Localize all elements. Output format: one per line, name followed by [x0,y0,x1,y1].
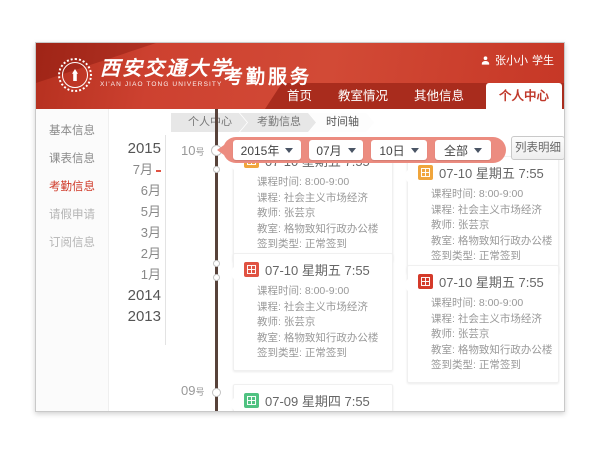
nav-item-classrooms[interactable]: 教室情况 [325,83,401,109]
month-item-june[interactable]: 6月 [96,180,161,201]
card-field-teacher: 教师: 张芸京 [244,206,382,222]
card-field-course-time: 课程时间: 8:00-9:00 [418,296,548,312]
card-field-teacher: 教师: 张芸京 [244,315,382,331]
chevron-down-icon [285,148,293,153]
university-logo-icon [58,58,92,92]
card-field-teacher: 教师: 张芸京 [418,218,548,234]
screenshot-canvas: 西安交通大学 XI'AN JIAO TONG UNIVERSITY 考勤服务 张… [0,0,600,450]
timeline-dot [213,166,220,173]
breadcrumb-personal-center[interactable]: 个人中心 [171,113,247,132]
card-field-course: 课程: 社会主义市场经济 [244,300,382,316]
year-item-2015[interactable]: 2015 [96,138,161,159]
main-nav: 首页 教室情况 其他信息 个人中心 [274,83,562,109]
year-item-2013[interactable]: 2013 [96,306,161,327]
attendance-status-icon [418,274,433,289]
card-field-course-time: 课程时间: 8:00-9:00 [244,284,382,300]
day-dropdown[interactable]: 10日 [371,140,427,160]
user-name: 张小小 [495,52,528,68]
type-dropdown[interactable]: 全部 [435,140,491,160]
card-date: 07-09 星期四 7:55 [265,391,370,410]
university-name-cn: 西安交通大学 [100,57,232,79]
card-field-course: 课程: 社会主义市场经济 [418,203,548,219]
attendance-card[interactable]: 07-10 星期五 7:55 课程时间: 8:00-9:00 课程: 社会主义市… [407,265,559,383]
timeline-dot [213,260,220,267]
app-header: 西安交通大学 XI'AN JIAO TONG UNIVERSITY 考勤服务 张… [36,43,564,109]
attendance-status-icon [418,165,433,180]
breadcrumb-attendance-info[interactable]: 考勤信息 [240,113,316,132]
chevron-down-icon [348,148,356,153]
attendance-status-icon [244,393,259,408]
month-item-january[interactable]: 1月 [96,264,161,285]
attendance-status-icon [244,262,259,277]
month-item-may[interactable]: 5月 [96,201,161,222]
chevron-down-icon [474,148,482,153]
card-field-classroom: 教室: 格物致知行政办公楼 [418,234,548,250]
chevron-down-icon [411,148,419,153]
month-item-july[interactable]: 7月 [96,159,161,180]
card-field-classroom: 教室: 格物致知行政办公楼 [418,343,548,359]
card-date: 07-10 星期五 7:55 [439,272,544,291]
card-date: 07-10 星期五 7:55 [439,163,544,182]
year-item-2014[interactable]: 2014 [96,285,161,306]
day-label-09: 09号 [181,383,204,398]
card-date: 07-10 星期五 7:55 [265,260,370,279]
day-label-10: 10号 [181,143,204,158]
user-info[interactable]: 张小小 学生 [480,52,554,68]
attendance-card[interactable]: 07-09 星期四 7:55 [233,384,393,412]
nav-tab-personal-center[interactable]: 个人中心 [486,83,562,109]
month-item-february[interactable]: 2月 [96,243,161,264]
date-filter-bar: 2015年 07月 10日 全部 [223,137,506,163]
attendance-card[interactable]: 07-10 星期五 7:55 课程时间: 8:00-9:00 课程: 社会主义市… [233,253,393,371]
month-dropdown[interactable]: 07月 [309,140,363,160]
card-field-classroom: 教室: 格物致知行政办公楼 [244,331,382,347]
nav-item-home[interactable]: 首页 [274,83,325,109]
university-name-block: 西安交通大学 XI'AN JIAO TONG UNIVERSITY [100,57,232,88]
year-nav-divider [165,135,166,345]
breadcrumb: 个人中心 考勤信息 时间轴 [171,113,374,132]
card-field-signin-type: 签到类型: 正常签到 [418,249,548,265]
card-field-course-time: 课程时间: 8:00-9:00 [418,187,548,203]
person-icon [480,55,491,66]
attendance-card[interactable]: 07-10 星期五 7:55 课程时间: 8:00-9:00 课程: 社会主义市… [407,156,559,274]
card-field-course: 课程: 社会主义市场经济 [244,191,382,207]
breadcrumb-timeline[interactable]: 时间轴 [309,113,374,132]
month-item-march[interactable]: 3月 [96,222,161,243]
card-field-classroom: 教室: 格物致知行政办公楼 [244,222,382,238]
timeline-dot [213,274,220,281]
card-field-signin-type: 签到类型: 正常签到 [244,237,382,253]
nav-item-other-info[interactable]: 其他信息 [401,83,477,109]
user-role: 学生 [532,52,554,68]
year-dropdown[interactable]: 2015年 [233,140,301,160]
timeline-year-nav: 2015 7月 6月 5月 3月 2月 1月 2014 2013 [96,138,161,327]
card-field-course-time: 课程时间: 8:00-9:00 [244,175,382,191]
timeline-dot-day09 [212,388,221,397]
card-field-course: 课程: 社会主义市场经济 [418,312,548,328]
list-detail-button[interactable]: 列表明细 [511,136,565,160]
card-field-teacher: 教师: 张芸京 [418,327,548,343]
card-field-signin-type: 签到类型: 正常签到 [418,358,548,374]
card-field-signin-type: 签到类型: 正常签到 [244,346,382,362]
attendance-app-window: 西安交通大学 XI'AN JIAO TONG UNIVERSITY 考勤服务 张… [35,42,565,412]
university-name-en: XI'AN JIAO TONG UNIVERSITY [100,81,232,88]
